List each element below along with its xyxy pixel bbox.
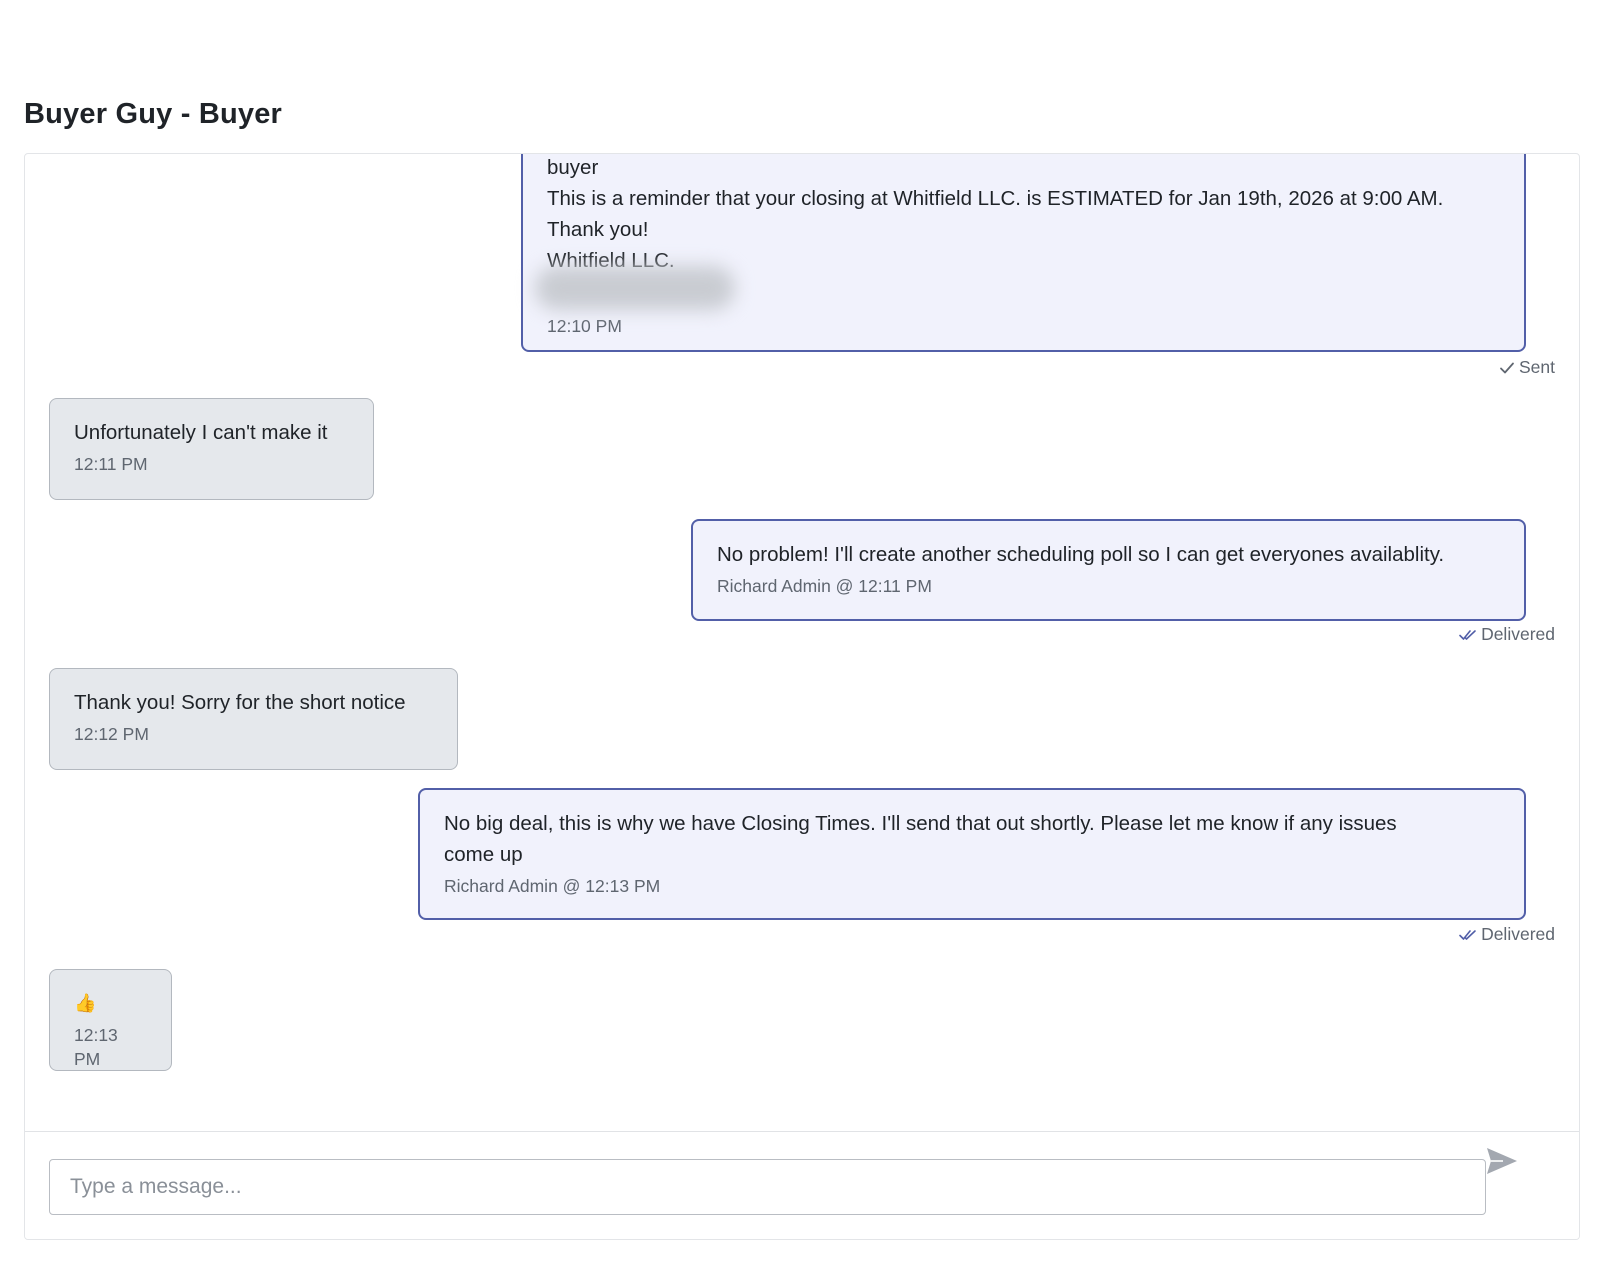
message-status: Delivered [1459,924,1555,945]
message-text-line: Thank you! [547,218,649,241]
send-button[interactable] [1480,1140,1524,1184]
emoji-thumbs-up: 👍 [74,993,97,1013]
message-composer [25,1131,1579,1239]
outgoing-message: buyer This is a reminder that your closi… [521,154,1526,352]
incoming-message: 👍 12:13 PM [49,969,172,1071]
message-timestamp: 12:12 PM [74,724,149,744]
status-label: Delivered [1481,624,1555,644]
message-sender-timestamp: Richard Admin @ 12:11 PM [717,576,932,596]
message-text-line: buyer [547,156,599,179]
check-icon [1499,361,1515,375]
outgoing-message: No big deal, this is why we have Closing… [418,788,1526,920]
chat-panel: buyer This is a reminder that your closi… [24,153,1580,1240]
message-text-line: This is a reminder that your closing at … [547,187,1444,210]
message-text: Thank you! Sorry for the short notice [74,691,406,714]
incoming-message: Unfortunately I can't make it 12:11 PM [49,398,374,500]
conversation-title: Buyer Guy - Buyer [24,98,283,130]
message-text-line: No big deal, this is why we have Closing… [444,812,1397,835]
message-timestamp: 12:13 PM [74,1025,118,1069]
message-status: Delivered [1459,624,1555,645]
message-sender-timestamp: Richard Admin @ 12:13 PM [444,876,661,896]
message-text: No problem! I'll create another scheduli… [717,543,1445,566]
message-status: Sent [1499,357,1555,378]
status-label: Delivered [1481,924,1555,944]
double-check-icon [1459,928,1477,942]
status-label: Sent [1519,357,1555,377]
outgoing-message: No problem! I'll create another scheduli… [691,519,1526,621]
redacted-region [535,266,735,310]
incoming-message: Thank you! Sorry for the short notice 12… [49,668,458,770]
send-icon [1485,1146,1519,1179]
message-text-line: come up [444,843,523,866]
double-check-icon [1459,628,1477,642]
message-timestamp: 12:10 PM [547,316,622,336]
message-list[interactable]: buyer This is a reminder that your closi… [25,154,1579,1131]
chat-page: Buyer Guy - Buyer buyer This is a remind… [0,0,1600,1265]
message-text: Unfortunately I can't make it [74,421,328,444]
message-timestamp: 12:11 PM [74,454,148,474]
message-input[interactable] [49,1159,1486,1215]
